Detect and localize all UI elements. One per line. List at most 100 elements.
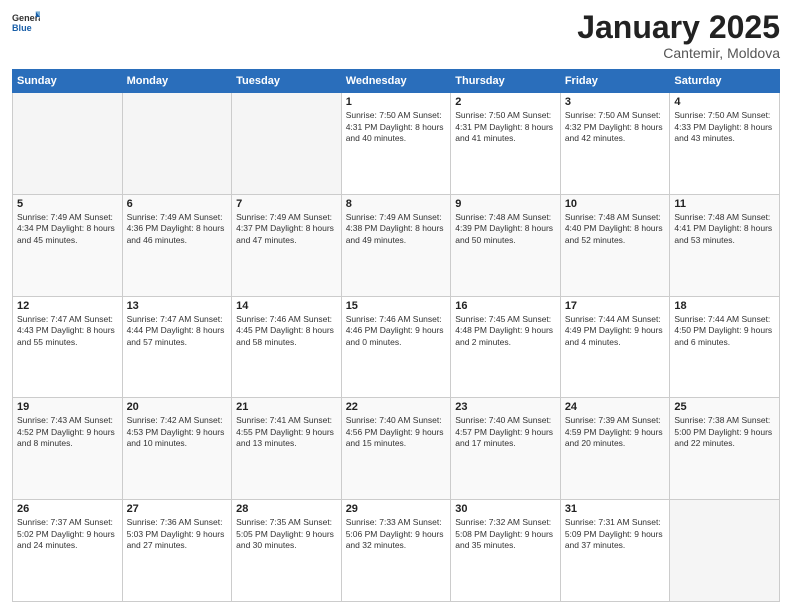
header-monday: Monday — [122, 70, 232, 93]
table-row: 14Sunrise: 7:46 AM Sunset: 4:45 PM Dayli… — [232, 296, 342, 398]
table-row: 27 Sunrise: 7:36 AM Sunset: 5:03 PM Dayli… — [122, 500, 232, 602]
table-row: 6 Sunrise: 7:49 AM Sunset: 4:36 PM Daylig… — [122, 194, 232, 296]
table-row: 25 Sunrise: 7:38 AM Sunset: 5:00 PM Dayli… — [670, 398, 780, 500]
page: General Blue January 2025 Cantemir, Mold… — [0, 0, 792, 612]
day-number: 1 — [346, 96, 447, 108]
day-number: 27 — [127, 503, 228, 515]
table-row: 19 Sunrise: 7:43 AM Sunset: 4:52 PM Dayli… — [13, 398, 123, 500]
logo: General Blue — [12, 10, 40, 38]
table-row: 1 Sunrise: 7:50 AM Sunset: 4:31 PM Daylig… — [341, 93, 451, 195]
day-number: 18 — [674, 300, 775, 312]
day-info: Sunrise: 7:48 AM Sunset: 4:41 PM Dayligh… — [674, 212, 775, 246]
day-number: 9 — [455, 198, 556, 210]
day-info: Sunrise: 7:47 AM Sunset: 4:44 PM Dayligh… — [127, 314, 228, 348]
day-number: 22 — [346, 401, 447, 413]
day-info: Sunrise: 7:36 AM Sunset: 5:03 PM Dayligh… — [127, 517, 228, 551]
table-row: 18 Sunrise: 7:44 AM Sunset: 4:50 PM Dayli… — [670, 296, 780, 398]
table-row: 4 Sunrise: 7:50 AM Sunset: 4:33 PM Daylig… — [670, 93, 780, 195]
table-row: 16 Sunrise: 7:45 AM Sunset: 4:48 PM Dayli… — [451, 296, 561, 398]
day-number: 30 — [455, 503, 556, 515]
day-info: Sunrise: 7:38 AM Sunset: 5:00 PM Dayligh… — [674, 415, 775, 449]
day-info: Sunrise: 7:46 AM Sunset: 4:45 PM Dayligh… — [236, 314, 337, 348]
calendar-week-1: 1 Sunrise: 7:50 AM Sunset: 4:31 PM Daylig… — [13, 93, 780, 195]
header-friday: Friday — [560, 70, 670, 93]
day-number: 13 — [127, 300, 228, 312]
day-number: 3 — [565, 96, 666, 108]
table-row: 21 Sunrise: 7:41 AM Sunset: 4:55 PM Dayli… — [232, 398, 342, 500]
table-row: 29 Sunrise: 7:33 AM Sunset: 5:06 PM Dayli… — [341, 500, 451, 602]
table-row: 5Sunrise: 7:49 AM Sunset: 4:34 PM Daylig… — [13, 194, 123, 296]
day-number: 2 — [455, 96, 556, 108]
table-row: 13 Sunrise: 7:47 AM Sunset: 4:44 PM Dayli… — [122, 296, 232, 398]
day-number: 20 — [127, 401, 228, 413]
day-info: Sunrise: 7:33 AM Sunset: 5:06 PM Dayligh… — [346, 517, 447, 551]
title-block: January 2025 Cantemir, Moldova — [577, 10, 780, 61]
day-info: Sunrise: 7:44 AM Sunset: 4:50 PM Dayligh… — [674, 314, 775, 348]
header-thursday: Thursday — [451, 70, 561, 93]
day-info: Sunrise: 7:44 AM Sunset: 4:49 PM Dayligh… — [565, 314, 666, 348]
day-info: Sunrise: 7:50 AM Sunset: 4:31 PM Dayligh… — [346, 110, 447, 144]
day-number: 26 — [17, 503, 118, 515]
day-number: 19 — [17, 401, 118, 413]
day-number: 29 — [346, 503, 447, 515]
day-info: Sunrise: 7:40 AM Sunset: 4:57 PM Dayligh… — [455, 415, 556, 449]
day-info: Sunrise: 7:50 AM Sunset: 4:32 PM Dayligh… — [565, 110, 666, 144]
table-row: 31 Sunrise: 7:31 AM Sunset: 5:09 PM Dayli… — [560, 500, 670, 602]
day-info: Sunrise: 7:47 AM Sunset: 4:43 PM Dayligh… — [17, 314, 118, 348]
day-info: Sunrise: 7:49 AM Sunset: 4:37 PM Dayligh… — [236, 212, 337, 246]
day-number: 28 — [236, 503, 337, 515]
table-row: 12Sunrise: 7:47 AM Sunset: 4:43 PM Dayli… — [13, 296, 123, 398]
day-info: Sunrise: 7:35 AM Sunset: 5:05 PM Dayligh… — [236, 517, 337, 551]
svg-text:Blue: Blue — [12, 23, 32, 33]
day-number: 21 — [236, 401, 337, 413]
day-number: 25 — [674, 401, 775, 413]
table-row: 11 Sunrise: 7:48 AM Sunset: 4:41 PM Dayli… — [670, 194, 780, 296]
table-row: 23 Sunrise: 7:40 AM Sunset: 4:57 PM Dayli… — [451, 398, 561, 500]
day-info: Sunrise: 7:49 AM Sunset: 4:38 PM Dayligh… — [346, 212, 447, 246]
day-number: 23 — [455, 401, 556, 413]
table-row: 26 Sunrise: 7:37 AM Sunset: 5:02 PM Dayli… — [13, 500, 123, 602]
day-number: 11 — [674, 198, 775, 210]
table-row: 7Sunrise: 7:49 AM Sunset: 4:37 PM Daylig… — [232, 194, 342, 296]
day-info: Sunrise: 7:43 AM Sunset: 4:52 PM Dayligh… — [17, 415, 118, 449]
day-number: 5 — [17, 198, 118, 210]
table-row: 2 Sunrise: 7:50 AM Sunset: 4:31 PM Daylig… — [451, 93, 561, 195]
day-number: 15 — [346, 300, 447, 312]
day-number: 4 — [674, 96, 775, 108]
calendar-header-row: Sunday Monday Tuesday Wednesday Thursday… — [13, 70, 780, 93]
day-info: Sunrise: 7:49 AM Sunset: 4:36 PM Dayligh… — [127, 212, 228, 246]
day-info: Sunrise: 7:31 AM Sunset: 5:09 PM Dayligh… — [565, 517, 666, 551]
table-row: 22Sunrise: 7:40 AM Sunset: 4:56 PM Dayli… — [341, 398, 451, 500]
day-number: 6 — [127, 198, 228, 210]
header-saturday: Saturday — [670, 70, 780, 93]
table-row — [13, 93, 123, 195]
table-row: 15 Sunrise: 7:46 AM Sunset: 4:46 PM Dayli… — [341, 296, 451, 398]
day-info: Sunrise: 7:41 AM Sunset: 4:55 PM Dayligh… — [236, 415, 337, 449]
header-sunday: Sunday — [13, 70, 123, 93]
logo-icon: General Blue — [12, 10, 40, 38]
day-info: Sunrise: 7:32 AM Sunset: 5:08 PM Dayligh… — [455, 517, 556, 551]
day-info: Sunrise: 7:50 AM Sunset: 4:33 PM Dayligh… — [674, 110, 775, 144]
table-row — [122, 93, 232, 195]
day-info: Sunrise: 7:48 AM Sunset: 4:39 PM Dayligh… — [455, 212, 556, 246]
day-info: Sunrise: 7:46 AM Sunset: 4:46 PM Dayligh… — [346, 314, 447, 348]
day-number: 31 — [565, 503, 666, 515]
table-row: 8Sunrise: 7:49 AM Sunset: 4:38 PM Daylig… — [341, 194, 451, 296]
day-number: 10 — [565, 198, 666, 210]
day-number: 16 — [455, 300, 556, 312]
table-row: 20Sunrise: 7:42 AM Sunset: 4:53 PM Dayli… — [122, 398, 232, 500]
table-row: 30 Sunrise: 7:32 AM Sunset: 5:08 PM Dayli… — [451, 500, 561, 602]
main-title: January 2025 — [577, 10, 780, 45]
day-info: Sunrise: 7:37 AM Sunset: 5:02 PM Dayligh… — [17, 517, 118, 551]
calendar-week-2: 5Sunrise: 7:49 AM Sunset: 4:34 PM Daylig… — [13, 194, 780, 296]
calendar-week-4: 19 Sunrise: 7:43 AM Sunset: 4:52 PM Dayli… — [13, 398, 780, 500]
table-row: 17Sunrise: 7:44 AM Sunset: 4:49 PM Dayli… — [560, 296, 670, 398]
calendar-week-5: 26 Sunrise: 7:37 AM Sunset: 5:02 PM Dayli… — [13, 500, 780, 602]
header-tuesday: Tuesday — [232, 70, 342, 93]
table-row: 3 Sunrise: 7:50 AM Sunset: 4:32 PM Daylig… — [560, 93, 670, 195]
table-row — [232, 93, 342, 195]
day-info: Sunrise: 7:45 AM Sunset: 4:48 PM Dayligh… — [455, 314, 556, 348]
day-info: Sunrise: 7:50 AM Sunset: 4:31 PM Dayligh… — [455, 110, 556, 144]
table-row: 28 Sunrise: 7:35 AM Sunset: 5:05 PM Dayli… — [232, 500, 342, 602]
day-number: 24 — [565, 401, 666, 413]
